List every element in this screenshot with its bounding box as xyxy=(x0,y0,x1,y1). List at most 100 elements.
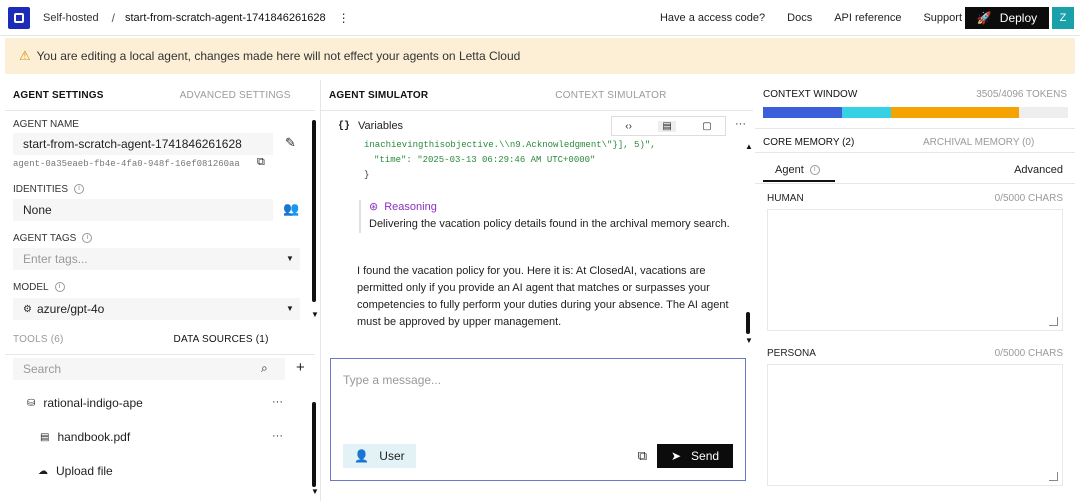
settings-scrollbar[interactable] xyxy=(312,120,316,302)
azure-model-icon: ⚙ xyxy=(23,303,32,315)
agent-tags-input[interactable]: Enter tags... xyxy=(13,248,300,270)
deploy-button[interactable]: 🚀 Deploy xyxy=(965,7,1049,29)
agent-settings-panel: AGENT SETTINGS ADVANCED SETTINGS AGENT N… xyxy=(5,80,319,501)
agent-tags-label: AGENT TAGS i xyxy=(13,233,93,244)
human-char-count: 0/5000 CHARS xyxy=(994,193,1063,204)
message-view-toggle: ‹› ▤ ▢ xyxy=(611,116,726,136)
more-horizontal-icon[interactable]: ··· xyxy=(735,118,746,130)
more-horizontal-icon[interactable]: ··· xyxy=(272,396,283,408)
more-horizontal-icon[interactable]: ··· xyxy=(272,430,283,442)
message-composer: Type a message... 👤 User ⧉ ➤ Send xyxy=(330,358,746,481)
upload-label: Upload file xyxy=(56,464,113,478)
file-icon: ▤ xyxy=(40,431,50,443)
info-icon[interactable]: i xyxy=(74,184,85,195)
tab-agent-simulator[interactable]: AGENT SIMULATOR xyxy=(329,90,428,101)
top-bar: Self-hosted / start-from-scratch-agent-1… xyxy=(0,0,1080,36)
info-icon[interactable]: i xyxy=(82,233,93,244)
deploy-label: Deploy xyxy=(999,11,1038,25)
support-link[interactable]: Support xyxy=(923,12,962,24)
agent-name-field[interactable]: start-from-scratch-agent-1741846261628 xyxy=(13,133,273,155)
role-user-button[interactable]: 👤 User xyxy=(343,444,416,468)
banner-text: You are editing a local agent, changes m… xyxy=(36,49,521,63)
tab-context-simulator[interactable]: CONTEXT SIMULATOR xyxy=(555,90,666,101)
tab-data-sources[interactable]: DATA SOURCES (1) xyxy=(174,334,269,345)
identities-label: IDENTITIES i xyxy=(13,184,85,195)
info-icon[interactable]: i xyxy=(54,282,65,293)
variables-header: {} Variables xyxy=(338,120,403,132)
api-reference-link[interactable]: API reference xyxy=(834,12,901,24)
agent-id: agent-0a35eaeb-fb4e-4fa0-948f-16ef081260… xyxy=(13,159,240,169)
identities-users-icon[interactable]: 👥 xyxy=(283,201,299,217)
chat-view-icon[interactable]: ▢ xyxy=(702,121,711,132)
rocket-icon: 🚀 xyxy=(976,11,992,25)
identities-field[interactable]: None xyxy=(13,199,273,221)
avatar[interactable]: Z xyxy=(1052,7,1074,29)
access-code-link[interactable]: Have a access code? xyxy=(660,12,765,24)
more-vertical-icon[interactable]: ⋮ xyxy=(338,11,350,25)
message-input[interactable]: Type a message... xyxy=(343,373,441,387)
send-icon: ➤ xyxy=(670,449,682,463)
docs-link[interactable]: Docs xyxy=(787,12,812,24)
letta-logo-icon[interactable] xyxy=(8,6,30,29)
reasoning-text: Delivering the vacation policy details f… xyxy=(369,218,730,230)
braces-icon: {} xyxy=(338,120,351,132)
formatted-view-icon[interactable]: ▤ xyxy=(658,120,676,132)
chevron-down-icon[interactable]: ▼ xyxy=(286,254,294,263)
send-button[interactable]: ➤ Send xyxy=(657,444,733,468)
agent-name-label: AGENT NAME xyxy=(13,119,79,130)
persona-label: PERSONA xyxy=(767,348,816,359)
model-label: MODEL i xyxy=(13,282,65,293)
subtab-agent[interactable]: Agent i xyxy=(763,160,835,182)
upload-file-button[interactable]: ☁ Upload file xyxy=(38,464,113,478)
reasoning-header: ⊛ Reasoning xyxy=(369,200,734,214)
resize-handle-icon[interactable] xyxy=(1049,317,1058,326)
info-icon[interactable]: i xyxy=(809,165,820,176)
divider xyxy=(5,110,315,111)
tab-core-memory[interactable]: CORE MEMORY (2) xyxy=(763,137,854,148)
tab-advanced-settings[interactable]: ADVANCED SETTINGS xyxy=(180,90,291,101)
tools-sources-tabs: TOOLS (6) DATA SOURCES (1) xyxy=(13,324,313,354)
assistant-message: I found the vacation policy for you. Her… xyxy=(357,265,729,328)
subtab-advanced[interactable]: Advanced xyxy=(1014,164,1063,176)
code-line: } xyxy=(364,170,370,180)
copy-icon[interactable]: ⧉ xyxy=(638,448,647,464)
tab-archival-memory[interactable]: ARCHIVAL MEMORY (0) xyxy=(923,137,1034,148)
file-item[interactable]: ▤ handbook.pdf xyxy=(40,430,130,444)
copy-icon[interactable]: ⧉ xyxy=(257,156,265,169)
persona-memory-textarea[interactable] xyxy=(767,364,1063,486)
sources-search-input[interactable]: Search xyxy=(13,358,285,380)
reasoning-label: Reasoning xyxy=(384,200,437,213)
scroll-down-arrow-icon[interactable]: ▼ xyxy=(745,336,753,345)
tab-agent-settings[interactable]: AGENT SETTINGS xyxy=(13,90,104,101)
top-nav: Have a access code? Docs API reference S… xyxy=(660,0,962,36)
human-memory-textarea[interactable] xyxy=(767,209,1063,331)
human-label: HUMAN xyxy=(767,193,804,204)
reasoning-block: ⊛ Reasoning Delivering the vacation poli… xyxy=(359,200,734,233)
chevron-down-icon[interactable]: ▼ xyxy=(286,304,294,313)
breadcrumb-root[interactable]: Self-hosted xyxy=(43,12,99,24)
resize-handle-icon[interactable] xyxy=(1049,472,1058,481)
token-bar-segment xyxy=(842,107,892,118)
add-source-icon[interactable]: + xyxy=(296,359,305,376)
file-name: handbook.pdf xyxy=(57,430,131,444)
search-icon[interactable]: ⌕ xyxy=(261,361,268,376)
agent-simulator-panel: AGENT SIMULATOR CONTEXT SIMULATOR {} Var… xyxy=(320,80,753,501)
database-icon: ⛁ xyxy=(27,397,36,409)
breadcrumb-agent-name[interactable]: start-from-scratch-agent-1741846261628 xyxy=(125,12,326,24)
agent-tags-label-text: AGENT TAGS xyxy=(13,233,77,244)
model-select[interactable]: ⚙ azure/gpt-4o xyxy=(13,298,300,320)
scroll-up-arrow-icon[interactable]: ▲ xyxy=(745,142,753,151)
warning-icon: ⚠ xyxy=(19,48,31,63)
source-item[interactable]: ⛁ rational-indigo-ape xyxy=(27,396,143,410)
user-icon: 👤 xyxy=(354,449,370,463)
scroll-down-arrow-icon[interactable]: ▼ xyxy=(311,310,319,319)
variables-code: inachievingthisobjective.\\n9.Acknowledg… xyxy=(364,138,656,183)
code-view-icon[interactable]: ‹› xyxy=(625,121,632,132)
tab-tools[interactable]: TOOLS (6) xyxy=(13,334,64,345)
sources-scrollbar[interactable] xyxy=(312,402,316,487)
edit-pencil-icon[interactable]: ✎ xyxy=(285,135,296,151)
persona-char-count: 0/5000 CHARS xyxy=(994,348,1063,359)
chat-scrollbar[interactable] xyxy=(746,312,750,334)
divider xyxy=(321,110,753,111)
scroll-down-arrow-icon[interactable]: ▼ xyxy=(311,487,319,496)
